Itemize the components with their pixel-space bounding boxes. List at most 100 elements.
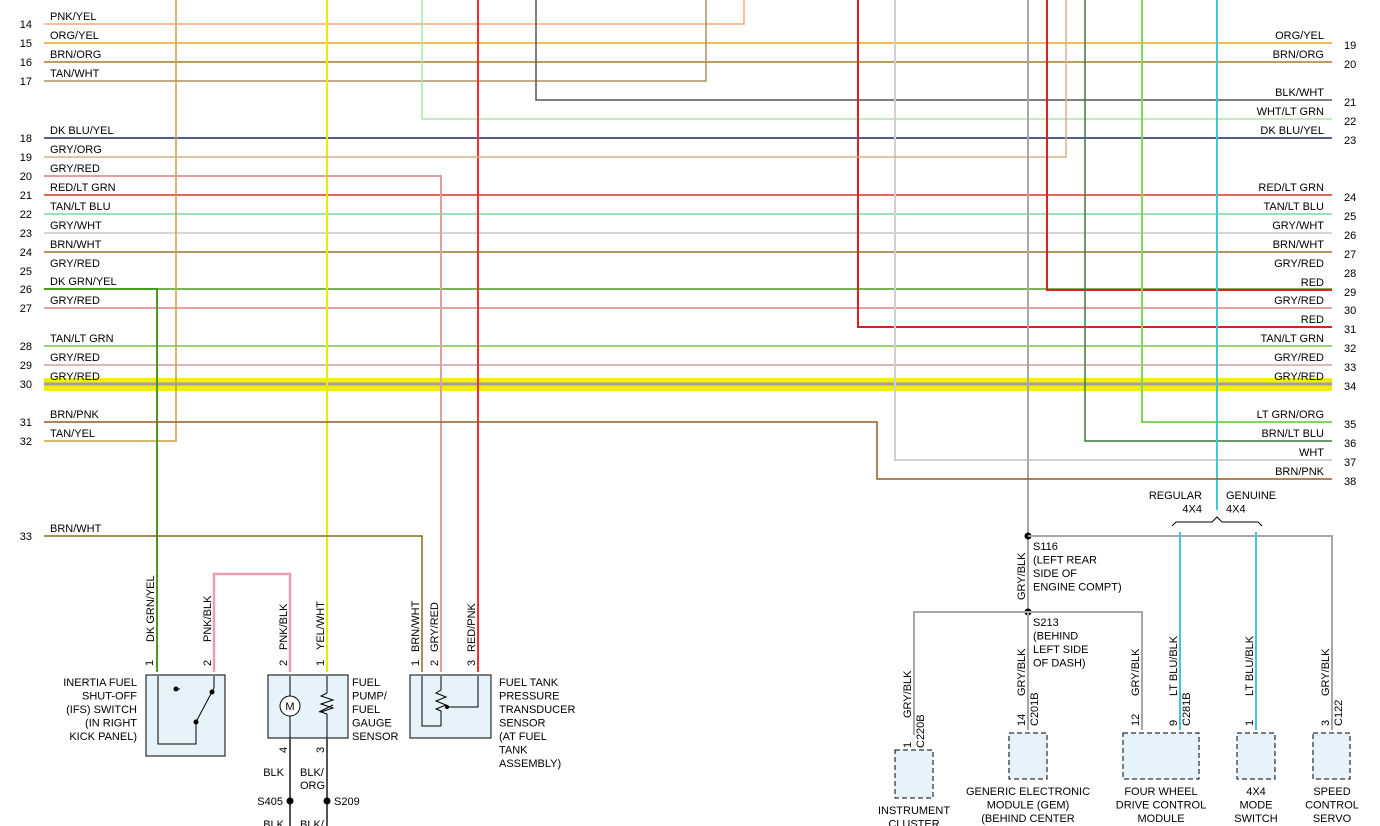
wire-s213-branch bbox=[913, 611, 1143, 735]
pump-label-3: GAUGE bbox=[352, 718, 392, 730]
pump-bottom-wire-1: BLK bbox=[263, 767, 284, 779]
circuit-num-right-35: 35 bbox=[1344, 419, 1356, 431]
s213-label-1: (BEHIND bbox=[1033, 631, 1078, 643]
circuit-num-left-30: 30 bbox=[20, 379, 32, 391]
pump-label-4: SENSOR bbox=[352, 731, 399, 743]
circuit-num-right-33: 33 bbox=[1344, 362, 1356, 374]
circuit-label-right-26: GRY/WHT bbox=[1272, 220, 1324, 232]
transducer-pin-1: 1 bbox=[410, 660, 422, 666]
module-wire-2: GRY/BLK bbox=[1130, 648, 1142, 696]
circuit-label-left-17: TAN/WHT bbox=[50, 68, 100, 80]
circuit-num-left-20: 20 bbox=[20, 171, 32, 183]
module-wire-3: LT BLU/BLK bbox=[1168, 635, 1180, 696]
circuit-label-right-34: GRY/RED bbox=[1274, 371, 1324, 383]
module-label-5-0: SPEED bbox=[1313, 786, 1350, 798]
module-label-2-2: MODULE bbox=[1137, 813, 1184, 825]
splice-s405-dot bbox=[286, 797, 294, 805]
circuit-num-right-37: 37 bbox=[1344, 457, 1356, 469]
circuit-num-right-36: 36 bbox=[1344, 438, 1356, 450]
circuit-num-right-23: 23 bbox=[1344, 135, 1356, 147]
circuit-num-right-28: 28 bbox=[1344, 268, 1356, 280]
circuit-label-left-33: BRN/WHT bbox=[50, 523, 102, 535]
circuit-num-right-25: 25 bbox=[1344, 211, 1356, 223]
s116-label-2: SIDE OF bbox=[1033, 568, 1077, 580]
circuit-num-right-29: 29 bbox=[1344, 287, 1356, 299]
transducer-wiper-dot bbox=[445, 705, 449, 709]
module-conn-5: C122 bbox=[1333, 700, 1345, 726]
circuit-label-left-25: GRY/RED bbox=[50, 258, 100, 270]
circuit-num-right-38: 38 bbox=[1344, 476, 1356, 488]
ifs-switch-pivot-3 bbox=[209, 689, 215, 695]
circuit-label-right-23: DK BLU/YEL bbox=[1260, 125, 1324, 137]
pump-bottom-wire-3: ORG bbox=[300, 780, 325, 792]
module-wire-0: GRY/BLK bbox=[902, 670, 914, 718]
module-label-0-0: INSTRUMENT bbox=[878, 805, 950, 817]
circuit-num-left-28: 28 bbox=[20, 341, 32, 353]
ifs-label-0: INERTIA FUEL bbox=[63, 677, 137, 689]
circuit-num-left-33: 33 bbox=[20, 531, 32, 543]
option-regular-1: 4X4 bbox=[1182, 504, 1202, 516]
circuit-num-right-31: 31 bbox=[1344, 324, 1356, 336]
s116-wire: GRY/BLK bbox=[1016, 552, 1028, 600]
ifs-label-1: SHUT-OFF bbox=[82, 691, 137, 703]
wire-red-31 bbox=[857, 0, 1332, 328]
circuit-num-left-21: 21 bbox=[20, 190, 32, 202]
circuit-label-left-19: GRY/ORG bbox=[50, 144, 102, 156]
transducer-label-0: FUEL TANK bbox=[499, 677, 559, 689]
circuit-label-left-26: DK GRN/YEL bbox=[50, 276, 117, 288]
wire-lt-grn-vertical bbox=[421, 0, 1332, 120]
circuit-label-left-16: BRN/ORG bbox=[50, 49, 101, 61]
circuit-label-right-29: RED bbox=[1301, 277, 1324, 289]
circuit-num-left-31: 31 bbox=[20, 417, 32, 429]
circuit-num-right-20: 20 bbox=[1344, 59, 1356, 71]
circuit-num-left-17: 17 bbox=[20, 76, 32, 88]
option-regular-0: REGULAR bbox=[1149, 490, 1202, 502]
circuit-label-left-32: TAN/YEL bbox=[50, 428, 95, 440]
pump-wire-2: YEL/WHT bbox=[315, 601, 327, 650]
s116-label-0: S116 bbox=[1033, 541, 1058, 553]
splice-s405-label: S405 bbox=[257, 796, 283, 808]
wire-blk-wht-vertical bbox=[535, 0, 1332, 101]
s213-label-3: OF DASH) bbox=[1033, 658, 1086, 670]
circuit-label-left-18: DK BLU/YEL bbox=[50, 125, 114, 137]
circuit-num-right-24: 24 bbox=[1344, 192, 1356, 204]
ifs-label-2: (IFS) SWITCH bbox=[66, 704, 137, 716]
pump-label-2: FUEL bbox=[352, 704, 380, 716]
circuit-num-right-19: 19 bbox=[1344, 40, 1356, 52]
s116-label-3: ENGINE COMPT) bbox=[1033, 582, 1122, 594]
circuit-num-left-18: 18 bbox=[20, 133, 32, 145]
circuit-label-right-24: RED/LT GRN bbox=[1258, 182, 1324, 194]
wire-brn-wht-33 bbox=[44, 535, 423, 672]
pump-pin-2: 2 bbox=[278, 660, 290, 666]
circuit-num-left-14: 14 bbox=[20, 19, 32, 31]
ifs-wire-2: PNK/BLK bbox=[202, 595, 214, 642]
right-circuits: 19 ORG/YEL 20 BRN/ORG 21 BLK/WHT 22 WHT/LT GRN 2… bbox=[1257, 30, 1357, 488]
circuit-num-left-15: 15 bbox=[20, 38, 32, 50]
splice-s209-label: S209 bbox=[334, 796, 360, 808]
wiring-diagram: 14PNK/YEL15ORG/YEL16BRN/ORG17TAN/WHT18DK… bbox=[20, 0, 1359, 826]
module-label-1-1: MODULE (GEM) bbox=[987, 800, 1070, 812]
circuit-label-right-21: BLK/WHT bbox=[1275, 87, 1324, 99]
circuit-num-right-26: 26 bbox=[1344, 230, 1356, 242]
circuit-num-right-27: 27 bbox=[1344, 249, 1356, 261]
circuit-num-right-21: 21 bbox=[1344, 97, 1356, 109]
circuit-label-left-20: GRY/RED bbox=[50, 163, 100, 175]
module-label-4-1: MODE bbox=[1240, 800, 1273, 812]
module-pin-4: 1 bbox=[1244, 720, 1256, 726]
circuit-label-left-27: GRY/RED bbox=[50, 295, 100, 307]
transducer-label-5: TANK bbox=[499, 745, 528, 757]
4wd-module-box bbox=[1122, 732, 1200, 780]
option-brace bbox=[1171, 516, 1263, 527]
circuit-label-right-27: BRN/WHT bbox=[1273, 239, 1325, 251]
pump-cut-label-2: BLK/ bbox=[300, 819, 325, 826]
circuit-label-right-32: TAN/LT GRN bbox=[1260, 333, 1324, 345]
circuit-label-right-33: GRY/RED bbox=[1274, 352, 1324, 364]
module-conn-0: C220B bbox=[915, 714, 927, 748]
module-pin-3: 9 bbox=[1168, 720, 1180, 726]
wire-pnk-yel-vertical bbox=[44, 0, 745, 25]
module-pin-2: 12 bbox=[1130, 714, 1142, 726]
transducer-wire-1: GRY/RED bbox=[429, 602, 441, 652]
circuit-label-left-23: GRY/WHT bbox=[50, 220, 102, 232]
module-pin-1: 14 bbox=[1016, 714, 1028, 726]
module-conn-1: C201B bbox=[1029, 692, 1041, 726]
